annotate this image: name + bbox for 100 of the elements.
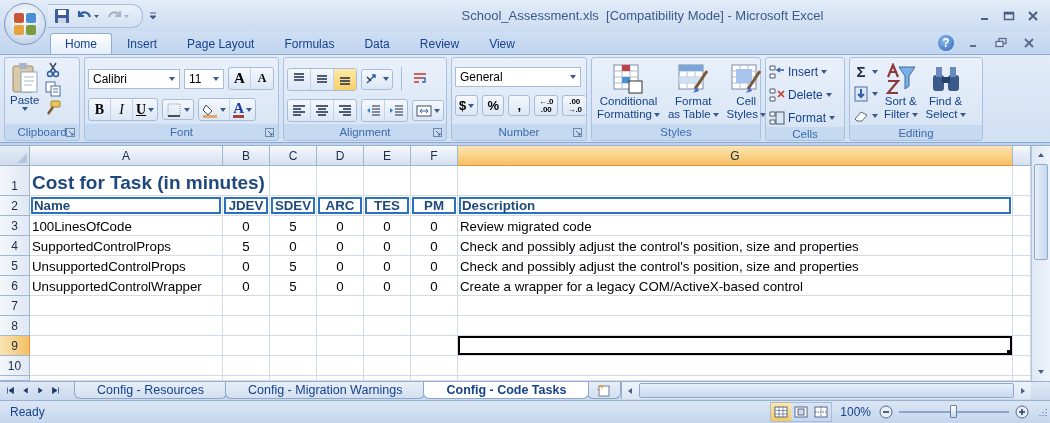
shrink-font-button[interactable]: A bbox=[251, 68, 273, 89]
delete-cells-button[interactable]: Delete bbox=[769, 85, 835, 104]
vertical-align-button[interactable] bbox=[334, 68, 356, 90]
autosum-button[interactable]: Σ bbox=[853, 62, 878, 81]
sort-filter-button[interactable]: Sort & Filter bbox=[882, 61, 920, 123]
empty-cell[interactable] bbox=[223, 316, 270, 336]
find-select-button[interactable]: Find & Select bbox=[923, 61, 968, 123]
ribbon-tab[interactable]: Insert bbox=[112, 33, 173, 54]
row-header[interactable]: 2 bbox=[0, 196, 30, 216]
empty-cell[interactable] bbox=[364, 336, 411, 356]
horizontal-scrollbar[interactable] bbox=[621, 382, 1031, 399]
grow-font-button[interactable]: A bbox=[229, 68, 251, 89]
conditional-button[interactable]: Conditional Formatting bbox=[595, 61, 662, 123]
restore-icon[interactable] bbox=[994, 35, 1008, 50]
dialog-launcher-icon[interactable] bbox=[265, 128, 274, 137]
number-format-field[interactable]: General bbox=[455, 67, 581, 87]
underline-button[interactable]: U bbox=[133, 99, 158, 120]
scissors-icon[interactable] bbox=[45, 62, 62, 78]
table-button[interactable]: Format as Table bbox=[665, 61, 721, 123]
empty-cell[interactable] bbox=[411, 296, 458, 316]
font-name-field[interactable]: Calibri bbox=[88, 68, 180, 89]
empty-cell[interactable] bbox=[223, 336, 270, 356]
empty-cell[interactable] bbox=[270, 336, 317, 356]
empty-cell[interactable] bbox=[270, 166, 317, 196]
close-icon[interactable] bbox=[1022, 35, 1036, 50]
empty-cell[interactable] bbox=[317, 166, 364, 196]
copy-icon[interactable] bbox=[45, 81, 62, 97]
empty-cell[interactable] bbox=[458, 166, 1013, 196]
ribbon-tab[interactable]: Page Layout bbox=[172, 33, 270, 54]
selected-cell[interactable] bbox=[458, 336, 1013, 356]
ribbon-tab[interactable]: Data bbox=[349, 33, 405, 54]
row-header[interactable]: 7 bbox=[0, 296, 30, 316]
fill-handle[interactable] bbox=[1007, 350, 1012, 355]
row-header[interactable]: 6 bbox=[0, 276, 30, 296]
empty-cell[interactable] bbox=[411, 336, 458, 356]
ribbon-tab[interactable]: Home bbox=[50, 33, 112, 54]
normal-view-button[interactable] bbox=[771, 403, 792, 421]
empty-cell[interactable] bbox=[458, 356, 1013, 376]
row-header[interactable]: 3 bbox=[0, 216, 30, 236]
row-header[interactable]: 9 bbox=[0, 336, 30, 356]
comma-button[interactable]: , bbox=[508, 95, 531, 116]
empty-cell[interactable] bbox=[270, 356, 317, 376]
format-painter-icon[interactable] bbox=[45, 100, 62, 116]
column-header[interactable]: B bbox=[223, 146, 270, 166]
column-header[interactable] bbox=[1013, 146, 1031, 166]
sheet-tab[interactable]: Config - Migration Warnings bbox=[225, 382, 426, 399]
empty-cell[interactable] bbox=[317, 356, 364, 376]
empty-cell[interactable] bbox=[411, 316, 458, 336]
ribbon-tab[interactable]: Formulas bbox=[269, 33, 350, 54]
empty-cell[interactable] bbox=[364, 356, 411, 376]
column-header[interactable]: D bbox=[317, 146, 364, 166]
vertical-scrollbar[interactable] bbox=[1031, 146, 1050, 381]
empty-cell[interactable] bbox=[223, 356, 270, 376]
orientation-button[interactable] bbox=[361, 68, 393, 90]
empty-cell[interactable] bbox=[270, 296, 317, 316]
zoom-level[interactable]: 100% bbox=[840, 405, 871, 419]
currency-button[interactable]: $ bbox=[455, 95, 479, 116]
merge-button[interactable] bbox=[412, 100, 444, 121]
save-icon[interactable] bbox=[54, 7, 70, 24]
select-all-corner[interactable] bbox=[0, 146, 30, 166]
sheet-tab[interactable]: Config - Code Tasks bbox=[423, 382, 590, 399]
column-header[interactable]: E bbox=[364, 146, 411, 166]
italic-button[interactable]: I bbox=[111, 99, 133, 120]
row-header[interactable]: 8 bbox=[0, 316, 30, 336]
zoom-slider[interactable] bbox=[950, 405, 957, 418]
fill-button[interactable] bbox=[853, 84, 878, 103]
zoom-out-icon[interactable] bbox=[879, 405, 893, 419]
empty-cell[interactable] bbox=[270, 316, 317, 336]
increase-decimal-button[interactable]: ←.0 .00 bbox=[534, 95, 559, 116]
paste-button[interactable]: Paste bbox=[8, 61, 42, 113]
decrease-decimal-button[interactable]: .00 →.0 bbox=[562, 95, 587, 116]
borders-button[interactable] bbox=[162, 99, 195, 120]
row-header[interactable] bbox=[0, 376, 30, 381]
previous-sheet-icon[interactable] bbox=[21, 386, 30, 395]
column-header[interactable]: C bbox=[270, 146, 317, 166]
close-icon[interactable] bbox=[1026, 8, 1040, 23]
resize-grip-icon[interactable] bbox=[1037, 407, 1047, 417]
first-sheet-icon[interactable] bbox=[6, 386, 15, 395]
next-sheet-icon[interactable] bbox=[36, 386, 45, 395]
empty-cell[interactable] bbox=[317, 296, 364, 316]
empty-cell[interactable] bbox=[458, 316, 1013, 336]
column-header[interactable]: A bbox=[30, 146, 223, 166]
last-sheet-icon[interactable] bbox=[51, 386, 60, 395]
row-header[interactable]: 10 bbox=[0, 356, 30, 376]
column-header[interactable]: F bbox=[411, 146, 458, 166]
scroll-thumb[interactable] bbox=[1034, 164, 1048, 260]
sheet-tab[interactable]: Config - Resources bbox=[74, 382, 227, 399]
dialog-launcher-icon[interactable] bbox=[573, 128, 582, 137]
empty-cell[interactable] bbox=[411, 166, 458, 196]
empty-cell[interactable] bbox=[364, 296, 411, 316]
row-header[interactable]: 1 bbox=[0, 166, 30, 196]
empty-cell[interactable] bbox=[364, 166, 411, 196]
insert-cells-button[interactable]: Insert bbox=[769, 62, 835, 81]
empty-cell[interactable] bbox=[317, 336, 364, 356]
zoom-in-icon[interactable] bbox=[1015, 405, 1029, 419]
font-color-button[interactable]: A bbox=[230, 99, 255, 120]
empty-cell[interactable] bbox=[317, 316, 364, 336]
font-size-field[interactable]: 11 bbox=[184, 68, 224, 89]
ribbon-tab[interactable]: View bbox=[474, 33, 530, 54]
ribbon-tab[interactable]: Review bbox=[404, 33, 475, 54]
